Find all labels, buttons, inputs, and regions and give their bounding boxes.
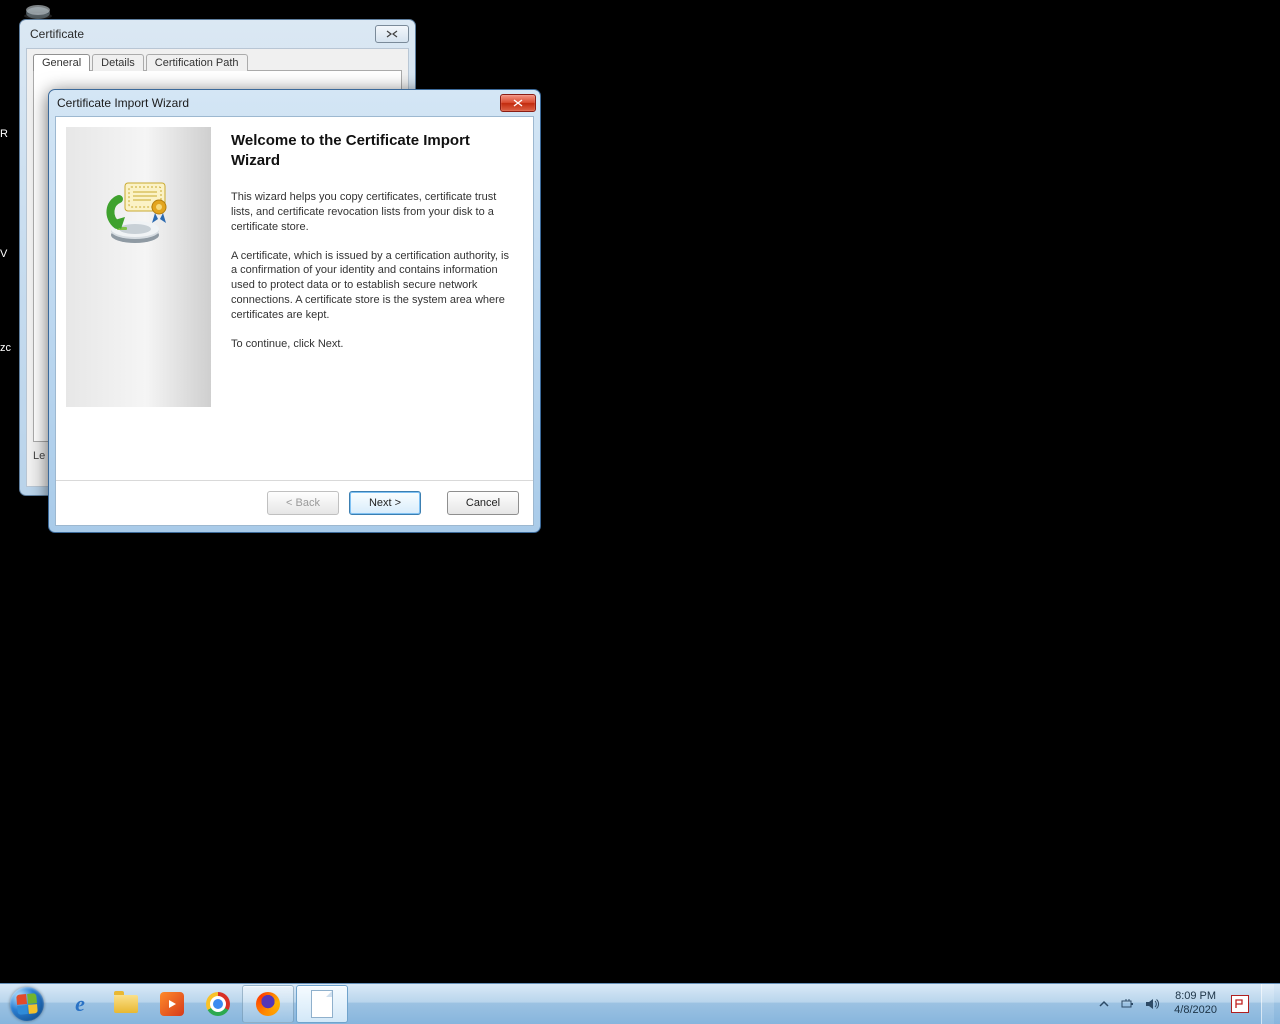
certificate-wizard-icon xyxy=(103,177,175,247)
wizard-paragraph: A certificate, which is issued by a cert… xyxy=(231,249,517,323)
chrome-icon xyxy=(204,990,232,1018)
tab-general[interactable]: General xyxy=(33,54,90,71)
document-icon xyxy=(308,990,336,1018)
certificate-tabs: General Details Certification Path xyxy=(33,54,402,71)
taskbar: e xyxy=(0,983,1280,1024)
tab-details[interactable]: Details xyxy=(92,54,144,71)
back-button: < Back xyxy=(267,491,339,515)
wizard-heading: Welcome to the Certificate Import Wizard xyxy=(231,131,517,170)
taskbar-item-media-player[interactable] xyxy=(150,986,194,1022)
taskbar-item-firefox[interactable] xyxy=(242,985,294,1023)
media-player-icon xyxy=(158,990,186,1018)
internet-explorer-icon: e xyxy=(66,990,94,1018)
certificate-titlebar[interactable]: Certificate xyxy=(20,20,415,48)
tab-certification-path[interactable]: Certification Path xyxy=(146,54,248,71)
wizard-footer: < Back Next > Cancel xyxy=(56,480,533,525)
recycle-bin-icon[interactable] xyxy=(20,0,56,20)
tray-clock[interactable]: 8:09 PM 4/8/2020 xyxy=(1168,990,1223,1018)
wizard-client: Welcome to the Certificate Import Wizard… xyxy=(55,116,534,526)
taskbar-item-chrome[interactable] xyxy=(196,986,240,1022)
cancel-button[interactable]: Cancel xyxy=(447,491,519,515)
wizard-banner xyxy=(66,127,211,407)
clock-date: 4/8/2020 xyxy=(1174,1004,1217,1018)
certificate-title: Certificate xyxy=(26,27,375,41)
start-button[interactable] xyxy=(0,984,54,1024)
tray-overflow-icon[interactable] xyxy=(1096,996,1112,1012)
volume-icon[interactable] xyxy=(1144,996,1160,1012)
desktop-fragment: zc xyxy=(0,342,11,354)
desktop-fragment: R xyxy=(0,128,8,140)
close-button[interactable] xyxy=(375,25,409,43)
wizard-paragraph: To continue, click Next. xyxy=(231,337,517,352)
wizard-paragraph: This wizard helps you copy certificates,… xyxy=(231,190,517,235)
import-wizard-window: Certificate Import Wizard xyxy=(48,89,541,533)
power-icon[interactable] xyxy=(1120,996,1136,1012)
windows-logo-icon xyxy=(9,986,46,1023)
learn-label: Le xyxy=(33,450,45,462)
action-center-icon[interactable] xyxy=(1231,995,1249,1013)
clock-time: 8:09 PM xyxy=(1174,990,1217,1004)
next-button[interactable]: Next > xyxy=(349,491,421,515)
desktop-fragment: V xyxy=(0,248,7,260)
system-tray: 8:09 PM 4/8/2020 xyxy=(1096,984,1280,1024)
firefox-icon xyxy=(254,990,282,1018)
wizard-titlebar[interactable]: Certificate Import Wizard xyxy=(49,90,540,116)
taskbar-item-ie[interactable]: e xyxy=(58,986,102,1022)
file-explorer-icon xyxy=(112,990,140,1018)
taskbar-item-explorer[interactable] xyxy=(104,986,148,1022)
taskbar-item-document[interactable] xyxy=(296,985,348,1023)
wizard-title: Certificate Import Wizard xyxy=(57,96,500,110)
show-desktop-button[interactable] xyxy=(1261,984,1274,1024)
close-button[interactable] xyxy=(500,94,536,112)
